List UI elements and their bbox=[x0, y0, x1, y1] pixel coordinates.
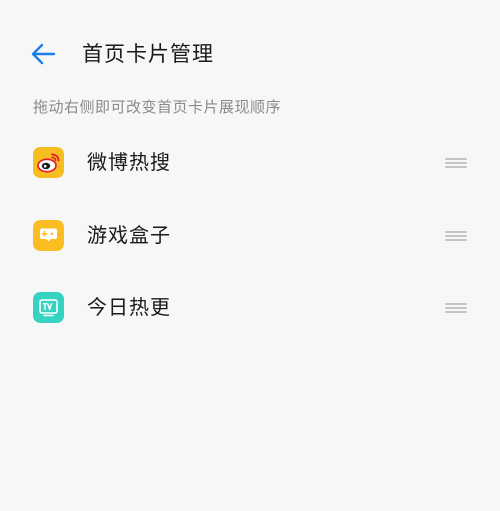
card-management-page: 首页卡片管理 拖动右侧即可改变首页卡片展现顺序 微博热搜 游戏盒子 今日热更 bbox=[0, 0, 500, 511]
drag-handle-icon[interactable] bbox=[440, 150, 472, 176]
game-box-icon bbox=[33, 220, 64, 251]
tv-icon bbox=[33, 292, 64, 323]
back-button[interactable] bbox=[22, 36, 66, 72]
header: 首页卡片管理 bbox=[0, 30, 500, 78]
drag-handle-icon[interactable] bbox=[440, 295, 472, 321]
card-label: 微博热搜 bbox=[87, 150, 171, 174]
card-item-weibo[interactable]: 微博热搜 bbox=[0, 128, 500, 198]
arrow-left-icon bbox=[31, 43, 56, 65]
drag-handle-icon[interactable] bbox=[440, 223, 472, 249]
card-label: 游戏盒子 bbox=[87, 223, 171, 247]
page-title: 首页卡片管理 bbox=[82, 42, 214, 66]
hint-text: 拖动右侧即可改变首页卡片展现顺序 bbox=[33, 98, 282, 116]
card-item-game-box[interactable]: 游戏盒子 bbox=[0, 201, 500, 271]
card-item-today-update[interactable]: 今日热更 bbox=[0, 273, 500, 343]
weibo-icon bbox=[33, 147, 64, 178]
card-label: 今日热更 bbox=[87, 295, 171, 319]
